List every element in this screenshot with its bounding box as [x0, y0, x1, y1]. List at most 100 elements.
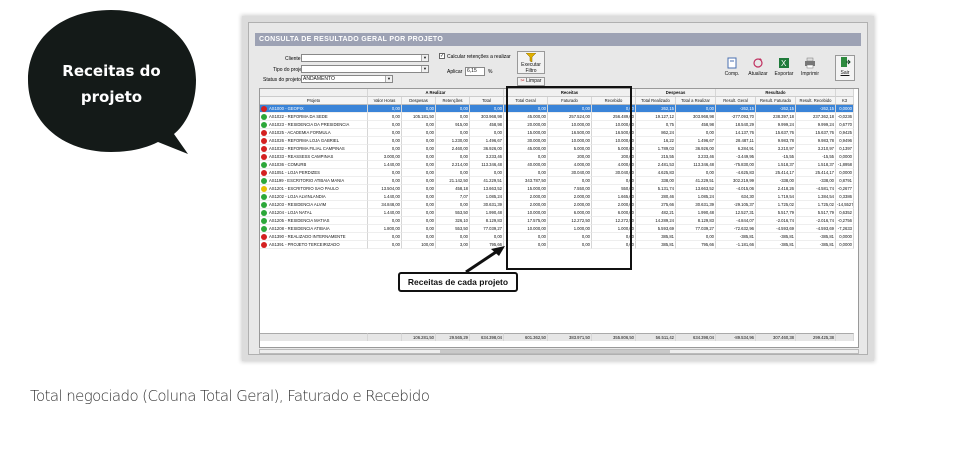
- value-cell: -7,2633: [836, 225, 854, 233]
- status-select[interactable]: ANDAMENTO ▼: [301, 75, 393, 83]
- value-cell: 0,00: [470, 233, 504, 241]
- value-cell: 21.142,50: [436, 177, 470, 185]
- value-cell: 14.289,24: [636, 217, 676, 225]
- total-cell: 355.806,50: [592, 333, 636, 341]
- aplicar-input[interactable]: 6,15: [465, 67, 485, 76]
- refresh-icon: [753, 58, 763, 68]
- total-cell: [836, 333, 854, 341]
- value-cell: 795,66: [676, 241, 716, 249]
- value-cell: 0,00: [436, 105, 470, 113]
- value-cell: 458,18: [436, 185, 470, 193]
- value-cell: 0,00: [676, 105, 716, 113]
- value-cell: 0,00: [402, 225, 436, 233]
- value-cell: 0,00: [402, 105, 436, 113]
- value-cell: 0,00: [368, 233, 402, 241]
- value-cell: -385,81: [756, 241, 796, 249]
- status-red-icon: [261, 170, 267, 176]
- column-header: Despesas: [402, 97, 436, 105]
- value-cell: 2.481,53: [636, 161, 676, 169]
- value-cell: -0,2677: [836, 185, 854, 193]
- column-header: Total Realizado: [636, 97, 676, 105]
- calc-retencoes-label: Calcular retenções a realizar: [447, 54, 511, 60]
- group-header: A Realizar: [368, 89, 504, 97]
- status-green-icon: [261, 162, 267, 168]
- exportar-button[interactable]: X Exportar: [773, 57, 795, 87]
- value-cell: 262,15: [636, 105, 676, 113]
- value-cell: -338,00: [756, 177, 796, 185]
- group-header: Resultado: [716, 89, 836, 97]
- value-cell: 0,9496: [836, 137, 854, 145]
- value-cell: 0,00: [368, 129, 402, 137]
- value-cell: 8.129,83: [470, 217, 504, 225]
- imprimir-button[interactable]: Imprimir: [799, 57, 821, 87]
- project-cell: AS1203 - RESIDENCIA ALVIM: [260, 201, 368, 209]
- value-cell: 215,55: [636, 153, 676, 161]
- value-cell: 3.000,00: [368, 153, 402, 161]
- value-cell: 0,00: [402, 121, 436, 129]
- project-cell: AS1036 - COMURB: [260, 161, 368, 169]
- value-cell: 0,00: [368, 145, 402, 153]
- value-cell: 9.983,78: [796, 137, 836, 145]
- eraser-icon: ✂: [520, 78, 525, 84]
- project-cell: AS1000 - GEOPIX: [260, 105, 368, 113]
- sair-button[interactable]: Sair: [835, 55, 855, 81]
- value-cell: 0,3386: [836, 193, 854, 201]
- cliente-select[interactable]: ▼: [301, 54, 429, 62]
- status-red-icon: [261, 130, 267, 136]
- value-cell: 3,00: [436, 241, 470, 249]
- tipo-select[interactable]: ▼: [301, 65, 429, 73]
- comp-button[interactable]: Comp.: [721, 57, 743, 87]
- project-cell: AS1033 - REASSESS CAMPINAS: [260, 153, 368, 161]
- value-cell: 1.440,00: [368, 161, 402, 169]
- value-cell: 7,07: [436, 193, 470, 201]
- value-cell: 275,66: [636, 201, 676, 209]
- value-cell: 25.414,17: [796, 169, 836, 177]
- column-header: Retenções: [436, 97, 470, 105]
- totals-row: 106.281,50 29.565,29 634.398,04 601.362,50 3…: [260, 333, 858, 341]
- total-cell: 601.362,50: [504, 333, 548, 341]
- column-header: Total: [470, 97, 504, 105]
- project-cell: AS1023 - RESIDENCIA DA PRESIDENCIA: [260, 121, 368, 129]
- value-cell: 0,00: [402, 217, 436, 225]
- value-cell: 0,00: [368, 137, 402, 145]
- group-header-empty: [260, 89, 368, 97]
- total-cell: 56.511,42: [636, 333, 676, 341]
- status-green-icon: [261, 202, 267, 208]
- value-cell: -29.105,37: [716, 201, 756, 209]
- value-cell: 41.229,51: [470, 177, 504, 185]
- printer-icon: [805, 57, 815, 69]
- value-cell: 15.637,76: [756, 129, 796, 137]
- atualizar-button[interactable]: Atualizar: [747, 57, 769, 87]
- value-cell: 0,00: [368, 177, 402, 185]
- excel-icon: X: [779, 58, 789, 68]
- value-cell: 3.233,46: [470, 153, 504, 161]
- calc-retencoes-checkbox[interactable]: ✓: [439, 53, 445, 59]
- value-cell: 30.631,39: [676, 201, 716, 209]
- value-cell: 0,00: [402, 153, 436, 161]
- value-cell: 1.990,48: [470, 209, 504, 217]
- exit-door-icon: [841, 57, 851, 67]
- value-cell: 0,00: [368, 121, 402, 129]
- value-cell: 36.926,00: [676, 145, 716, 153]
- value-cell: 16,22: [636, 137, 676, 145]
- column-header: Result. Faturado: [756, 97, 796, 105]
- executar-filtro-button[interactable]: Executar Filtro: [517, 51, 545, 74]
- value-cell: 0,75: [636, 121, 676, 129]
- limpar-button[interactable]: ✂ Limpar: [517, 77, 545, 86]
- value-cell: 1.719,54: [756, 193, 796, 201]
- value-cell: -4.593,69: [756, 225, 796, 233]
- value-cell: 338,00: [636, 177, 676, 185]
- value-cell: 0,00: [470, 169, 504, 177]
- value-cell: 1.990,48: [676, 209, 716, 217]
- value-cell: 13.663,52: [676, 185, 716, 193]
- horizontal-scrollbar[interactable]: [259, 349, 859, 354]
- scrollbar-thumb[interactable]: [440, 350, 670, 353]
- status-red-icon: [261, 146, 267, 152]
- value-cell: -14,5527: [836, 201, 854, 209]
- value-cell: 14.137,76: [716, 129, 756, 137]
- value-cell: 2.214,00: [436, 161, 470, 169]
- value-cell: 1.496,67: [470, 137, 504, 145]
- project-cell: AS1051 - LOJA PERDIZES: [260, 169, 368, 177]
- value-cell: 0,00: [402, 185, 436, 193]
- column-header: Valor Horas: [368, 97, 402, 105]
